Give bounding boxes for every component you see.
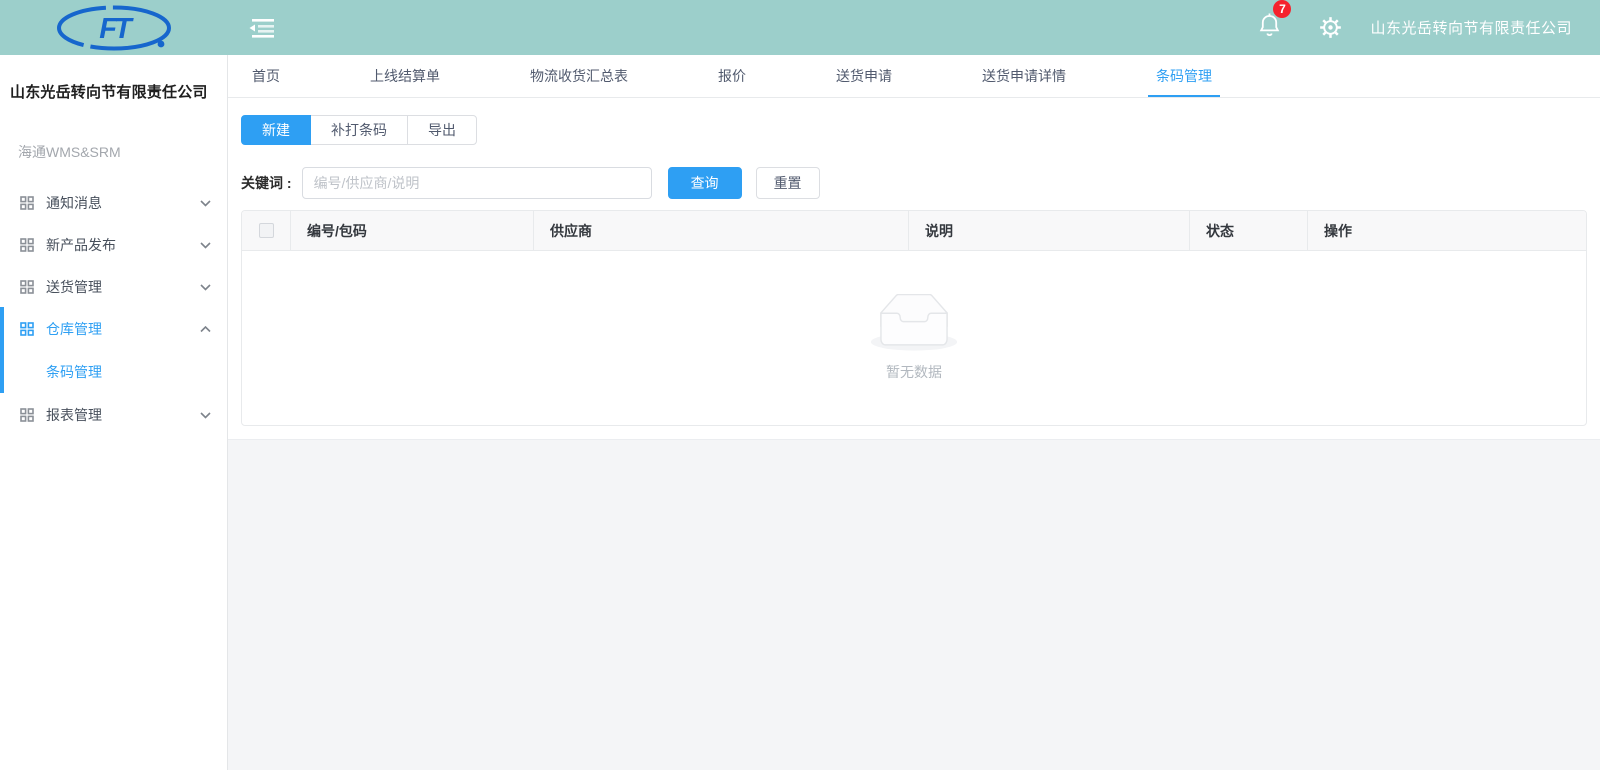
notification-badge: 7 <box>1273 0 1291 18</box>
tab-bar: 首页 上线结算单 物流收货汇总表 报价 送货申请 送货申请详情 条码管理 <box>228 55 1600 98</box>
tab-online-settlement[interactable]: 上线结算单 <box>370 55 440 97</box>
sidebar-subitem-barcode[interactable]: 条码管理 <box>0 350 227 394</box>
keyword-input[interactable] <box>302 167 652 199</box>
grid-icon <box>20 408 34 422</box>
chevron-down-icon <box>200 242 211 249</box>
grid-icon <box>20 280 34 294</box>
column-header-status: 状态 <box>1189 211 1307 250</box>
sidebar-item-label: 报表管理 <box>46 405 200 425</box>
sidebar-company-name: 山东光岳转向节有限责任公司 <box>0 55 227 102</box>
company-logo-icon: FT <box>55 5 173 51</box>
select-all-checkbox[interactable] <box>259 223 274 238</box>
sidebar-subitem-label: 条码管理 <box>46 362 102 382</box>
system-name: 海通WMS&SRM <box>0 102 227 162</box>
sidebar-fold-icon[interactable] <box>248 18 274 38</box>
sidebar: 山东光岳转向节有限责任公司 海通WMS&SRM 通知消息 <box>0 55 228 770</box>
search-bar: 关键词 : 查询 重置 <box>241 167 1587 199</box>
sidebar-menu: 通知消息 新产品发布 <box>0 182 227 436</box>
notifications-bell-icon[interactable]: 7 <box>1258 12 1281 43</box>
grid-icon <box>20 322 34 336</box>
main-area: 首页 上线结算单 物流收货汇总表 报价 送货申请 送货申请详情 条码管理 新建 … <box>228 55 1600 770</box>
grid-icon <box>20 238 34 252</box>
chevron-down-icon <box>200 284 211 291</box>
reset-button[interactable]: 重置 <box>756 167 820 199</box>
sidebar-item-delivery[interactable]: 送货管理 <box>0 266 227 308</box>
app-header: FT 7 山东光岳转向节有限责 <box>0 0 1600 55</box>
new-button[interactable]: 新建 <box>241 115 311 145</box>
sidebar-item-label: 新产品发布 <box>46 235 200 255</box>
column-header-supplier: 供应商 <box>533 211 908 250</box>
chevron-up-icon <box>200 326 211 333</box>
toolbar: 新建 补打条码 导出 <box>241 115 477 145</box>
tab-quotation[interactable]: 报价 <box>718 55 746 97</box>
settings-gear-icon[interactable] <box>1319 16 1342 39</box>
sidebar-item-new-product[interactable]: 新产品发布 <box>0 224 227 266</box>
chevron-down-icon <box>200 200 211 207</box>
empty-tray-icon <box>868 294 960 354</box>
active-menu-indicator <box>0 307 4 393</box>
content-card: 新建 补打条码 导出 关键词 : 查询 重置 编号/包码 供应商 说明 <box>228 98 1600 439</box>
keyword-label: 关键词 : <box>241 173 292 193</box>
export-button[interactable]: 导出 <box>407 115 477 145</box>
logo-text: FT <box>99 13 134 45</box>
column-header-code: 编号/包码 <box>290 211 533 250</box>
sidebar-item-label: 仓库管理 <box>46 319 200 339</box>
empty-state-text: 暂无数据 <box>886 362 942 382</box>
tab-delivery-request-detail[interactable]: 送货申请详情 <box>982 55 1066 97</box>
content-background <box>228 439 1600 770</box>
grid-icon <box>20 196 34 210</box>
tab-barcode-management[interactable]: 条码管理 <box>1156 55 1212 97</box>
tab-delivery-request[interactable]: 送货申请 <box>836 55 892 97</box>
select-all-cell <box>242 211 290 250</box>
table-header-row: 编号/包码 供应商 说明 状态 操作 <box>242 211 1586 251</box>
empty-state: 暂无数据 <box>242 251 1586 425</box>
tab-home[interactable]: 首页 <box>252 55 280 97</box>
sidebar-item-notifications[interactable]: 通知消息 <box>0 182 227 224</box>
query-button[interactable]: 查询 <box>668 167 742 199</box>
barcode-table: 编号/包码 供应商 说明 状态 操作 暂无数据 <box>241 210 1587 426</box>
sidebar-item-label: 送货管理 <box>46 277 200 297</box>
sidebar-item-warehouse[interactable]: 仓库管理 <box>0 308 227 350</box>
tab-logistics-summary[interactable]: 物流收货汇总表 <box>530 55 628 97</box>
sidebar-item-label: 通知消息 <box>46 193 200 213</box>
chevron-down-icon <box>200 412 211 419</box>
column-header-actions: 操作 <box>1307 211 1586 250</box>
sidebar-item-reports[interactable]: 报表管理 <box>0 394 227 436</box>
current-company-name[interactable]: 山东光岳转向节有限责任公司 <box>1370 17 1572 38</box>
column-header-description: 说明 <box>908 211 1189 250</box>
logo-zone: FT <box>0 0 228 55</box>
reprint-barcode-button[interactable]: 补打条码 <box>310 115 408 145</box>
